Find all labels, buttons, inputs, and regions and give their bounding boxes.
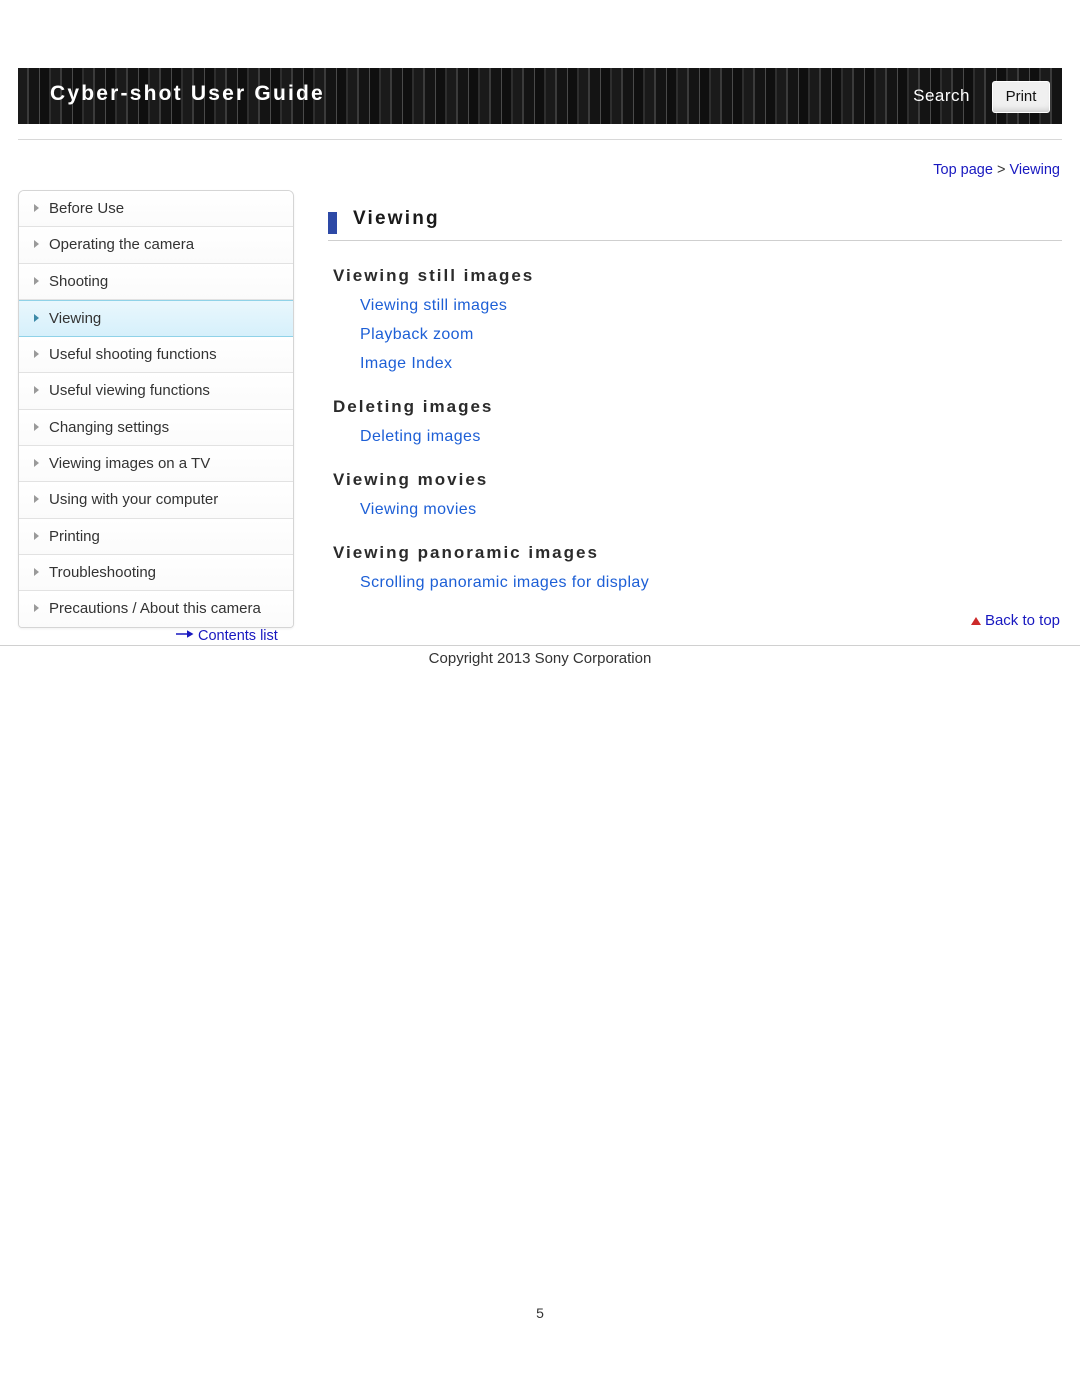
sidebar-item-label: Viewing <box>49 309 102 327</box>
caret-right-icon <box>34 204 39 212</box>
content-link[interactable]: Scrolling panoramic images for display <box>360 574 649 592</box>
caret-right-icon <box>34 567 39 576</box>
sidebar-item-label: Useful shooting functions <box>49 346 217 364</box>
sidebar-item-useful-viewing-functions[interactable]: Useful viewing functions <box>19 373 293 410</box>
back-to-top-link[interactable]: Back to top <box>970 612 1060 629</box>
section-list: Viewing still images Viewing still images… <box>328 266 1062 592</box>
sidebar-item-label: Troubleshooting <box>49 563 157 581</box>
caret-right-icon <box>34 313 39 322</box>
content-link[interactable]: Viewing movies <box>360 501 476 519</box>
arrow-right-icon <box>176 627 194 643</box>
sidebar-item-label: Precautions / About this camera <box>49 600 261 618</box>
caret-right-icon <box>34 276 39 285</box>
sidebar-item-label: Changing settings <box>49 418 170 436</box>
print-button[interactable]: Print <box>992 81 1050 113</box>
sidebar-item-viewing-images-on-a-tv[interactable]: Viewing images on a TV <box>19 446 293 483</box>
section-heading: Viewing movies <box>333 470 489 489</box>
content-link[interactable]: Deleting images <box>360 428 481 446</box>
breadcrumb-current[interactable]: Viewing <box>1009 162 1060 178</box>
sidebar-item-changing-settings[interactable]: Changing settings <box>19 409 293 447</box>
sidebar-item-shooting[interactable]: Shooting <box>19 263 293 300</box>
contents-list-link[interactable]: Contents list <box>176 628 278 644</box>
caret-right-icon <box>34 531 39 540</box>
content-link[interactable]: Viewing still images <box>360 297 507 315</box>
caret-right-icon <box>34 240 39 249</box>
section-heading: Viewing panoramic images <box>333 543 599 562</box>
page-title: Viewing <box>353 208 440 229</box>
header-divider <box>18 139 1062 140</box>
sidebar-item-viewing[interactable]: Viewing <box>19 299 293 338</box>
page-title-accent-bar <box>328 212 337 234</box>
page-title-row: Viewing <box>328 208 1062 242</box>
footer-divider <box>0 645 1080 646</box>
site-title: Cyber-shot User Guide <box>50 82 325 105</box>
sidebar-item-label: Operating the camera <box>49 236 195 254</box>
caret-right-icon <box>34 386 39 395</box>
search-link[interactable]: Search <box>913 86 970 106</box>
breadcrumb-separator: > <box>996 162 1006 178</box>
sidebar-item-precautions-about-this-camera[interactable]: Precautions / About this camera <box>19 591 293 627</box>
sidebar-item-troubleshooting[interactable]: Troubleshooting <box>19 554 293 592</box>
section-heading: Viewing still images <box>333 266 535 285</box>
sidebar-item-before-use[interactable]: Before Use <box>19 191 293 228</box>
page-title-underline <box>328 240 1062 241</box>
page-number: 5 <box>536 1305 544 1321</box>
back-to-top-label: Back to top <box>984 612 1060 629</box>
sidebar-item-label: Viewing images on a TV <box>49 455 211 473</box>
sidebar-item-label: Before Use <box>49 200 125 217</box>
sidebar-item-using-with-your-computer[interactable]: Using with your computer <box>19 482 293 519</box>
caret-right-icon <box>34 604 39 613</box>
sidebar-item-printing[interactable]: Printing <box>19 518 293 555</box>
triangle-up-icon <box>970 617 981 625</box>
sidebar-item-label: Useful viewing functions <box>49 382 210 400</box>
breadcrumb-top-page[interactable]: Top page <box>933 162 993 178</box>
sidebar-item-operating-the-camera[interactable]: Operating the camera <box>19 227 293 264</box>
sidebar-item-label: Printing <box>49 527 100 545</box>
content-link[interactable]: Playback zoom <box>360 326 474 344</box>
caret-right-icon <box>34 350 39 359</box>
sidebar-item-useful-shooting-functions[interactable]: Useful shooting functions <box>19 337 293 374</box>
copyright-text: Copyright 2013 Sony Corporation <box>428 650 652 667</box>
sidebar-item-label: Using with your computer <box>49 491 219 509</box>
caret-right-icon <box>34 495 39 504</box>
content-link[interactable]: Image Index <box>360 355 452 373</box>
sidebar-item-label: Shooting <box>49 272 109 290</box>
main-content: Viewing Viewing still images Viewing stil… <box>328 208 1062 629</box>
caret-right-icon <box>34 422 39 431</box>
contents-list-label: Contents list <box>198 628 278 644</box>
site-header: Cyber-shot User Guide Search Print <box>18 68 1062 124</box>
caret-right-icon <box>34 459 39 468</box>
section-heading: Deleting images <box>333 397 494 416</box>
sidebar-nav: Before Use Operating the camera Shooting Vi… <box>18 190 294 628</box>
breadcrumb: Top page > Viewing <box>933 162 1060 178</box>
